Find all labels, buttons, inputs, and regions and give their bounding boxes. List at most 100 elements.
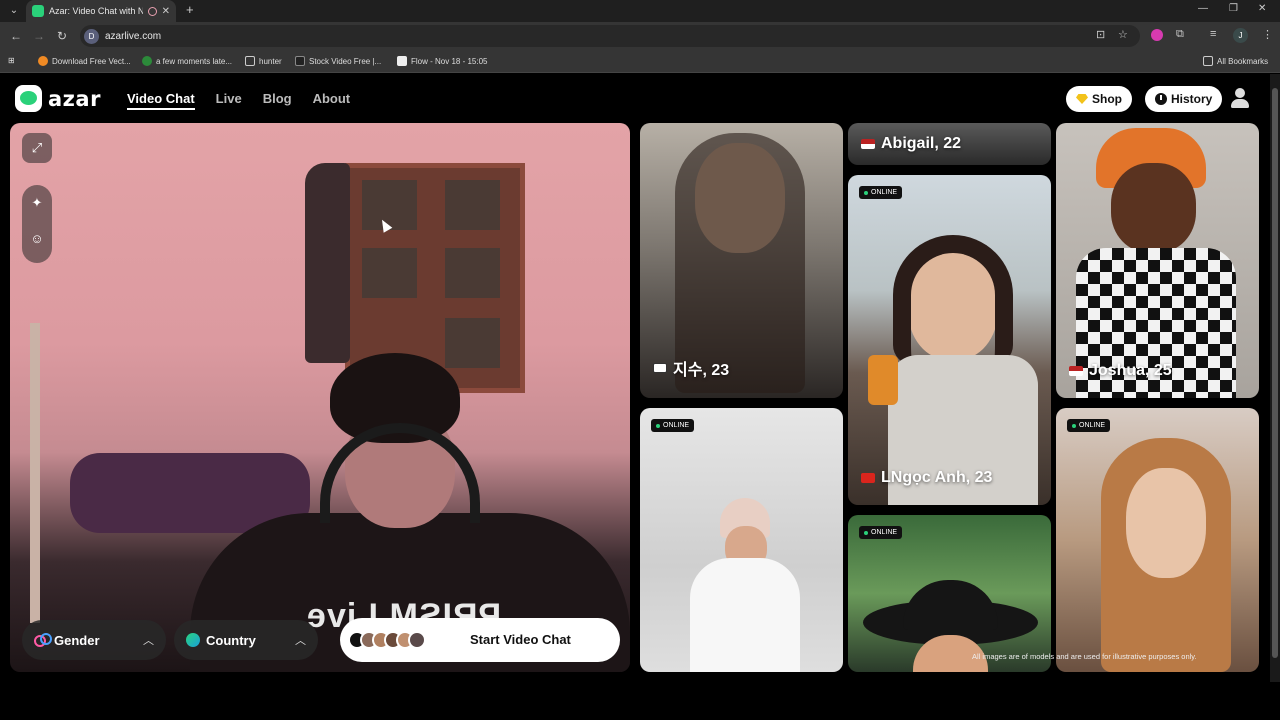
profile-card[interactable]: ONLINE — [1056, 408, 1259, 672]
recording-indicator-icon — [147, 6, 157, 16]
chevron-up-icon: ︿ — [295, 635, 306, 647]
start-video-chat-button[interactable]: Start Video Chat — [340, 618, 620, 662]
close-window-icon[interactable]: ✕ — [1258, 3, 1266, 14]
online-badge: ONLINE — [859, 526, 903, 539]
profile-card[interactable]: ONLINE — [640, 408, 843, 672]
omnibox[interactable]: D azarlive.com — [80, 25, 1140, 47]
online-dot-icon — [656, 423, 660, 428]
freepik-icon — [38, 56, 48, 66]
forward-arrow-icon[interactable]: → — [33, 29, 45, 43]
site-icon — [142, 56, 152, 66]
online-dot-icon — [864, 190, 868, 195]
tab-title: Azar: Video Chat with New — [49, 6, 143, 16]
all-bookmarks[interactable]: All Bookmarks — [1203, 56, 1268, 66]
url-text[interactable]: azarlive.com — [105, 31, 161, 42]
avatar-stack — [348, 631, 426, 649]
reading-list-icon[interactable]: ≡ — [1210, 28, 1216, 40]
nav-video-chat[interactable]: Video Chat — [127, 91, 195, 110]
gem-icon — [1076, 94, 1088, 104]
page-icon — [397, 56, 407, 66]
tab-search-chevron-icon[interactable]: ⌄ — [6, 3, 22, 19]
azar-favicon-icon — [32, 5, 44, 17]
clock-icon — [1155, 93, 1167, 105]
profile-card[interactable]: ONLINE LNgọc Anh, 23 — [848, 175, 1051, 505]
bookmark-folder[interactable]: hunter — [245, 56, 282, 66]
azar-logo-icon — [15, 85, 42, 112]
extension-icon[interactable] — [1151, 29, 1163, 41]
expand-icon[interactable]: ⤢ — [22, 133, 52, 163]
install-app-icon[interactable]: ⊡ — [1096, 28, 1105, 41]
profile-card[interactable]: Abigail, 22 — [848, 123, 1051, 165]
gender-icon — [34, 633, 52, 647]
chevron-up-icon: ︿ — [143, 635, 154, 647]
close-tab-icon[interactable]: ✕ — [162, 6, 170, 17]
nav-blog[interactable]: Blog — [263, 91, 292, 110]
address-toolbar: ← → ↻ D azarlive.com ⊡ ☆ ⧉ ≡ J ⋮ — [0, 22, 1280, 51]
folder-icon — [245, 56, 255, 66]
user-account-icon[interactable] — [1229, 87, 1251, 109]
scrollbar-thumb[interactable] — [1272, 88, 1278, 658]
profile-card[interactable]: Joshua, 25 — [1056, 123, 1259, 398]
browser-tab-azar[interactable]: Azar: Video Chat with New ✕ — [26, 0, 176, 22]
minimize-window-icon[interactable]: — — [1198, 3, 1208, 14]
history-button[interactable]: History — [1145, 86, 1223, 112]
card-name: 지수, 23 — [653, 356, 729, 380]
effects-sparkle-icon[interactable]: ✦ — [22, 185, 52, 221]
cam-toolbar: ⤢ ✦ ☺ — [22, 133, 52, 263]
gender-filter[interactable]: Gender ︿ — [22, 620, 166, 660]
profile-card[interactable]: 지수, 23 — [640, 123, 843, 398]
folder-icon — [1203, 56, 1213, 66]
flag-us-icon — [861, 139, 875, 149]
back-arrow-icon[interactable]: ← — [10, 29, 22, 43]
bookmark-item[interactable]: a few moments late... — [142, 56, 232, 66]
gender-label: Gender — [54, 632, 100, 648]
flag-vn-icon — [861, 473, 875, 483]
page-scrollbar[interactable] — [1270, 74, 1280, 682]
headphones — [320, 423, 480, 523]
hanging-coat — [305, 163, 350, 363]
crutch — [30, 323, 40, 623]
online-dot-icon — [864, 530, 868, 535]
site-info-icon[interactable]: D — [84, 28, 99, 44]
shop-button[interactable]: Shop — [1066, 86, 1132, 112]
history-label: History — [1171, 92, 1213, 106]
nav-live[interactable]: Live — [216, 91, 242, 110]
card-name: Joshua, 25 — [1069, 362, 1172, 380]
browser-menu-icon[interactable]: ⋮ — [1262, 28, 1273, 41]
online-dot-icon — [1072, 423, 1076, 428]
bookmarks-bar: ⊞ Download Free Vect... a few moments la… — [0, 51, 1280, 73]
country-label: Country — [206, 632, 256, 648]
card-name: Abigail, 22 — [861, 135, 961, 153]
azar-logo[interactable]: azar — [15, 85, 101, 112]
avatar — [408, 631, 426, 649]
logo-text: azar — [48, 86, 101, 111]
bookmark-item[interactable]: Stock Video Free |... — [295, 56, 381, 66]
new-tab-plus-icon[interactable]: + — [186, 2, 194, 17]
browser-tab-bar: ⌄ Azar: Video Chat with New ✕ + — ❐ ✕ — [0, 0, 1280, 22]
start-video-chat-label: Start Video Chat — [470, 632, 571, 647]
reload-icon[interactable]: ↻ — [57, 29, 67, 43]
card-name: LNgọc Anh, 23 — [861, 469, 992, 487]
online-badge: ONLINE — [859, 186, 903, 199]
online-badge: ONLINE — [651, 419, 695, 432]
disclaimer-text: All images are of models and are used fo… — [972, 652, 1197, 661]
bookmark-item[interactable]: Download Free Vect... — [38, 56, 131, 66]
globe-icon — [186, 633, 200, 647]
extensions-puzzle-icon[interactable]: ⧉ — [1176, 28, 1184, 41]
flag-kr-icon — [653, 363, 667, 373]
shop-label: Shop — [1092, 92, 1122, 106]
bookmark-star-icon[interactable]: ☆ — [1118, 28, 1128, 41]
profile-card[interactable]: ONLINE — [848, 515, 1051, 672]
nav-about[interactable]: About — [313, 91, 351, 110]
flag-us-icon — [1069, 366, 1083, 376]
country-filter[interactable]: Country ︿ — [174, 620, 318, 660]
stock-video-icon — [295, 56, 305, 66]
main-nav: Video Chat Live Blog About — [127, 91, 350, 110]
bookmark-item[interactable]: Flow - Nov 18 - 15:05 — [397, 56, 487, 66]
profile-avatar[interactable]: J — [1233, 28, 1248, 43]
apps-grid-icon[interactable]: ⊞ — [8, 56, 15, 65]
online-badge: ONLINE — [1067, 419, 1111, 432]
webcam-preview: PRISM Live ⤢ ✦ ☺ — [10, 123, 630, 672]
face-filter-icon[interactable]: ☺ — [22, 221, 52, 257]
restore-window-icon[interactable]: ❐ — [1229, 3, 1238, 14]
